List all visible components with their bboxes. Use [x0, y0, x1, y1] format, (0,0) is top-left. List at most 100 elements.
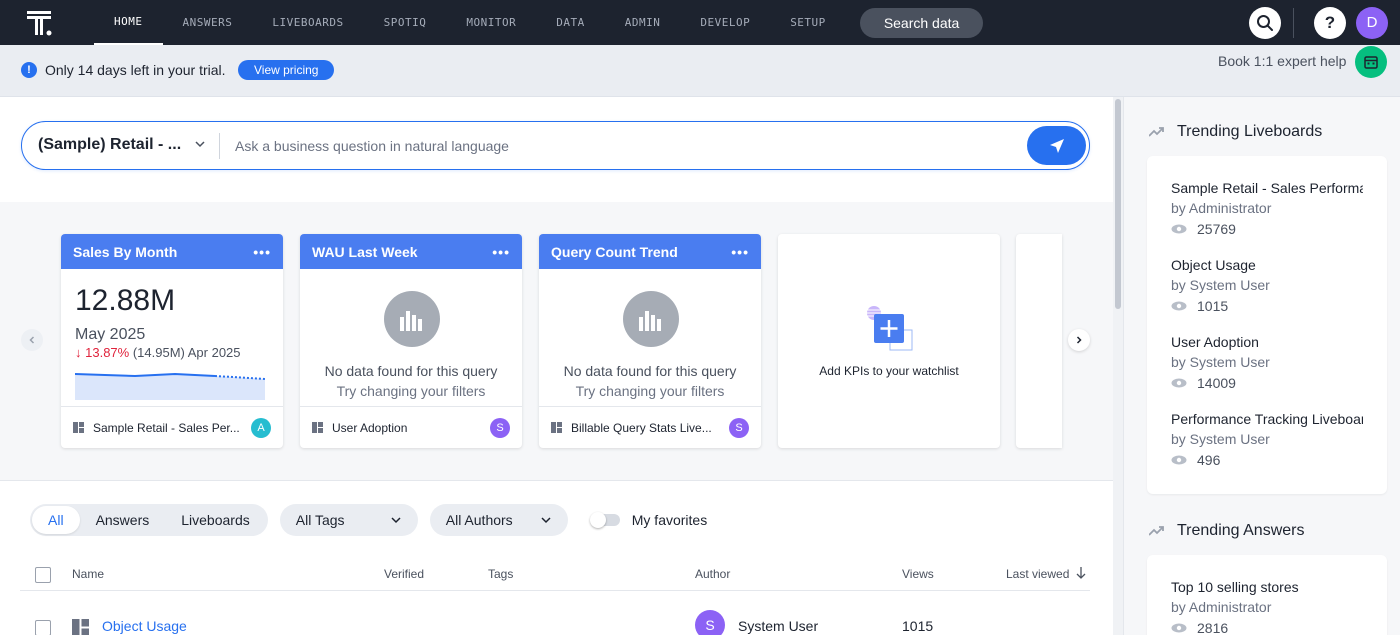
main-scrollbar[interactable]: [1113, 97, 1123, 635]
kpi-card-footer: Sample Retail - Sales Per... A: [61, 406, 283, 448]
chevron-down-icon: [391, 517, 401, 524]
no-data-hint: Try changing your filters: [336, 383, 486, 399]
nav-monitor[interactable]: MONITOR: [446, 0, 536, 45]
nav-admin[interactable]: ADMIN: [605, 0, 681, 45]
kpi-card-header: Query Count Trend •••: [539, 234, 761, 269]
liveboard-icon: [551, 422, 562, 433]
col-name[interactable]: Name: [72, 567, 104, 581]
nav-right-controls: ? D: [1249, 0, 1388, 45]
kpi-card-partial[interactable]: [1016, 234, 1062, 448]
list-item[interactable]: User Adoption by System User 14009: [1171, 334, 1363, 391]
trending-item-author: by System User: [1171, 431, 1270, 447]
kpi-source-liveboard[interactable]: Billable Query Stats Live...: [571, 421, 721, 435]
table-row[interactable]: Object Usage S System User 1015: [20, 609, 1090, 635]
more-options-icon[interactable]: •••: [492, 244, 510, 260]
kpi-card-title: Query Count Trend: [551, 243, 678, 260]
nav-menu: HOME ANSWERS LIVEBOARDS SPOTIQ MONITOR D…: [94, 0, 846, 45]
trending-liveboards-heading: Trending Liveboards: [1149, 123, 1322, 141]
more-options-icon[interactable]: •••: [731, 244, 749, 260]
col-views[interactable]: Views: [902, 567, 934, 581]
chevron-down-icon[interactable]: [193, 137, 207, 151]
filter-answers[interactable]: Answers: [80, 506, 166, 534]
trending-liveboards-title: Trending Liveboards: [1177, 123, 1323, 140]
trending-item-name[interactable]: User Adoption: [1171, 334, 1363, 350]
nav-spotiq[interactable]: SPOTIQ: [364, 0, 447, 45]
kpi-change: 13.87%: [85, 345, 130, 360]
add-kpi-card[interactable]: Add KPIs to your watchlist: [778, 234, 1000, 448]
user-avatar[interactable]: D: [1356, 6, 1388, 39]
thoughtspot-logo[interactable]: [12, 0, 68, 45]
liveboard-icon: [72, 619, 89, 635]
filter-liveboards[interactable]: Liveboards: [165, 506, 266, 534]
col-author[interactable]: Author: [695, 567, 730, 581]
trending-item-name[interactable]: Top 10 selling stores: [1171, 579, 1363, 595]
natural-language-question-input[interactable]: [235, 134, 1015, 158]
trending-item-name[interactable]: Object Usage: [1171, 257, 1363, 273]
home-main-content: (Sample) Retail - ... Sales By Month •••…: [0, 97, 1113, 635]
more-options-icon[interactable]: •••: [253, 244, 271, 260]
kpi-source-liveboard[interactable]: User Adoption: [332, 421, 482, 435]
calendar-icon: [1364, 56, 1378, 69]
kpi-comparison: ↓ 13.87% (14.95M) Apr 2025: [75, 345, 241, 360]
no-data-chart-icon: [384, 291, 440, 347]
scrollbar-thumb[interactable]: [1115, 99, 1121, 309]
book-help-button[interactable]: [1355, 46, 1387, 78]
trending-item-author: by System User: [1171, 277, 1270, 293]
trending-answers-list: Top 10 selling stores by Administrator 2…: [1147, 555, 1387, 635]
authors-dropdown[interactable]: All Authors: [429, 504, 568, 536]
carousel-prev-button[interactable]: [21, 329, 43, 351]
author-avatar: S: [490, 417, 510, 438]
data-source-selector[interactable]: (Sample) Retail - ...: [38, 136, 181, 154]
eye-icon: [1171, 301, 1187, 311]
nav-liveboards[interactable]: LIVEBOARDS: [252, 0, 363, 45]
list-item[interactable]: Object Usage by System User 1015: [1171, 257, 1363, 314]
sort-desc-icon[interactable]: [1075, 566, 1087, 580]
list-item[interactable]: Performance Tracking Liveboard by System…: [1171, 411, 1363, 468]
trending-answers-heading: Trending Answers: [1149, 522, 1304, 540]
nav-answers[interactable]: ANSWERS: [163, 0, 253, 45]
kpi-card-header: Sales By Month •••: [61, 234, 283, 269]
kpi-card-query-count-trend[interactable]: Query Count Trend ••• No data found for …: [539, 234, 761, 448]
kpi-card-sales-by-month[interactable]: Sales By Month ••• 12.88M May 2025 ↓ 13.…: [61, 234, 283, 448]
list-item[interactable]: Top 10 selling stores by Administrator 2…: [1171, 579, 1363, 635]
row-author: System User: [738, 618, 819, 634]
search-data-button[interactable]: Search data: [859, 7, 984, 38]
trending-item-views: 1015: [1197, 298, 1229, 314]
trending-icon: [1149, 526, 1164, 536]
tags-dropdown[interactable]: All Tags: [279, 504, 418, 536]
list-item[interactable]: Sample Retail - Sales Performance by Adm…: [1171, 180, 1363, 237]
carousel-next-button[interactable]: [1068, 329, 1090, 351]
eye-icon: [1171, 378, 1187, 388]
liveboard-icon: [73, 422, 84, 433]
filter-all[interactable]: All: [32, 506, 80, 534]
kpi-source-liveboard[interactable]: Sample Retail - Sales Per...: [93, 421, 243, 435]
trending-item-name[interactable]: Sample Retail - Sales Performance: [1171, 180, 1363, 196]
global-search-button[interactable]: [1249, 6, 1281, 39]
kpi-card-wau-last-week[interactable]: WAU Last Week ••• No data found for this…: [300, 234, 522, 448]
chevron-right-icon: [1076, 336, 1082, 344]
view-pricing-button[interactable]: View pricing: [238, 60, 335, 80]
kpi-value: 12.88M: [75, 284, 176, 317]
info-icon: !: [21, 62, 37, 78]
kpi-card-footer: User Adoption S: [300, 406, 522, 448]
row-checkbox[interactable]: [35, 620, 51, 635]
tags-dropdown-label: All Tags: [295, 512, 345, 528]
col-last-viewed[interactable]: Last viewed: [1006, 567, 1069, 581]
send-question-button[interactable]: [1027, 126, 1086, 165]
trending-item-name[interactable]: Performance Tracking Liveboard: [1171, 411, 1363, 427]
trial-message: Only 14 days left in your trial.: [45, 62, 226, 78]
ask-question-bar: (Sample) Retail - ...: [21, 121, 1090, 170]
kpi-compare-value: (14.95M) Apr 2025: [132, 345, 241, 360]
nav-home[interactable]: HOME: [94, 0, 163, 45]
help-button[interactable]: ?: [1314, 6, 1346, 39]
trending-icon: [1149, 127, 1164, 137]
row-name-link[interactable]: Object Usage: [102, 618, 187, 634]
select-all-checkbox[interactable]: [35, 567, 51, 583]
nav-data[interactable]: DATA: [536, 0, 605, 45]
book-expert-help-link[interactable]: Book 1:1 expert help: [1218, 53, 1346, 69]
author-avatar: S: [695, 610, 725, 635]
trending-item-views: 25769: [1197, 221, 1236, 237]
favorites-toggle[interactable]: [589, 512, 620, 528]
nav-develop[interactable]: DEVELOP: [680, 0, 770, 45]
nav-setup[interactable]: SETUP: [770, 0, 846, 45]
